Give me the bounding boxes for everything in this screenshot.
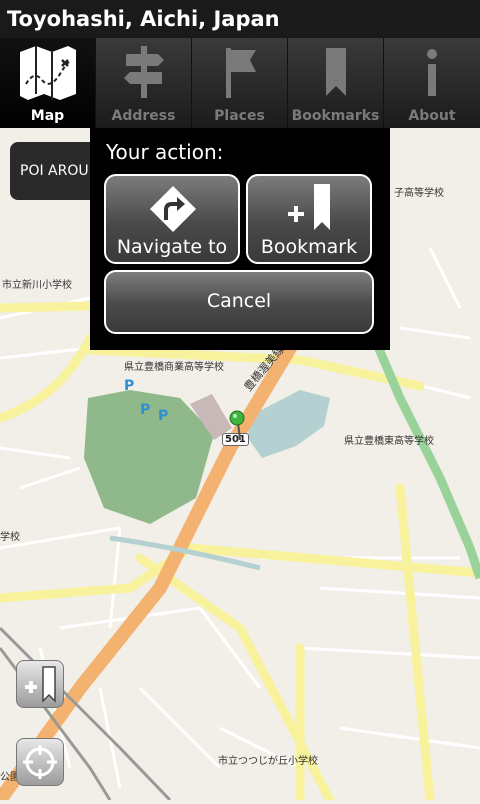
signpost-icon (96, 44, 191, 100)
parking-icon: P (158, 408, 169, 424)
bookmark-icon (288, 44, 383, 100)
app-title: Toyohashi, Aichi, Japan (0, 0, 480, 38)
add-bookmark-icon (284, 182, 338, 238)
cancel-label: Cancel (206, 290, 272, 312)
info-icon (384, 44, 480, 100)
dialog-heading: Your action: (106, 140, 224, 164)
bookmark-label: Bookmark (260, 236, 358, 258)
flag-icon (192, 44, 287, 100)
navigate-to-button[interactable]: Navigate to (104, 174, 240, 264)
tab-label: Places (214, 108, 265, 124)
add-bookmark-button[interactable] (16, 660, 64, 708)
map-label: 県立豊橋商業高等学校 (124, 362, 224, 373)
map-label: 学校 (0, 532, 20, 543)
parking-icon: P (140, 402, 151, 418)
location-pin-icon[interactable] (228, 410, 248, 444)
tab-map[interactable]: Map (0, 38, 96, 128)
tab-label: Map (30, 108, 65, 124)
action-dialog: Your action: Navigate to Bookmark Cancel (90, 128, 390, 350)
cancel-button[interactable]: Cancel (104, 270, 374, 334)
turn-right-sign-icon (148, 184, 198, 238)
parking-icon: P (124, 378, 135, 394)
tab-bar: Map Address Places Bookmarks About (0, 38, 480, 128)
tab-label: About (408, 108, 456, 124)
tab-places[interactable]: Places (192, 38, 288, 128)
map-label: 市立新川小学校 (2, 280, 72, 291)
map-label: 市立つつじが丘小学校 (218, 756, 318, 767)
tab-bookmarks[interactable]: Bookmarks (288, 38, 384, 128)
tab-label: Bookmarks (291, 108, 380, 124)
bookmark-button[interactable]: Bookmark (246, 174, 372, 264)
tab-about[interactable]: About (384, 38, 480, 128)
add-bookmark-icon (25, 666, 56, 703)
navigate-label: Navigate to (116, 236, 228, 258)
map-label: 子高等学校 (394, 188, 444, 199)
crosshair-icon (23, 745, 57, 779)
locate-me-button[interactable] (16, 738, 64, 786)
tab-address[interactable]: Address (96, 38, 192, 128)
map-icon (0, 44, 95, 100)
tab-label: Address (111, 108, 176, 124)
map-label: 県立豊橋東高等学校 (344, 436, 434, 447)
